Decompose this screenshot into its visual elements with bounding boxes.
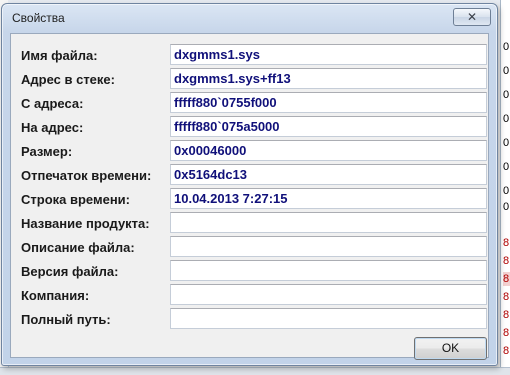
background-cell: 8 [503,309,510,321]
property-label: Отпечаток времени: [21,168,152,183]
background-cell: 0 [503,41,510,53]
dialog-title: Свойства [12,11,65,25]
ok-button[interactable]: OK [414,337,487,360]
property-label: На адрес: [21,120,84,135]
property-row-file-description: Описание файла: [11,236,488,260]
property-row-stack-address: Адрес в стеке: dxgmms1.sys+ff13 [11,68,488,92]
property-label: Имя файла: [21,48,98,63]
property-row-full-path: Полный путь: [11,308,488,332]
dialog-client-area: Имя файла: dxgmms1.sys Адрес в стеке: dx… [10,33,489,360]
property-row-file-version: Версия файла: [11,260,488,284]
background-cell: 0 [503,89,510,101]
full-path-field[interactable] [170,308,487,329]
background-cell: 0 [503,137,510,149]
property-row-file-name: Имя файла: dxgmms1.sys [11,44,488,68]
property-row-size: Размер: 0x00046000 [11,140,488,164]
property-label: Размер: [21,144,73,159]
file-name-field[interactable]: dxgmms1.sys [170,44,487,65]
property-label: Версия файла: [21,264,119,279]
company-field[interactable] [170,284,487,305]
property-row-company: Компания: [11,284,488,308]
background-cell: 0 [503,201,510,213]
property-label: Полный путь: [21,312,111,327]
property-label: Описание файла: [21,240,135,255]
background-cell: 0 [503,65,510,77]
stack-address-field[interactable]: dxgmms1.sys+ff13 [170,68,487,89]
property-row-timestamp: Отпечаток времени: 0x5164dc13 [11,164,488,188]
size-field[interactable]: 0x00046000 [170,140,487,161]
dialog-titlebar[interactable]: Свойства ✕ [2,4,497,32]
property-row-time-string: Строка времени: 10.04.2013 7:27:15 [11,188,488,212]
product-name-field[interactable] [170,212,487,233]
property-label: Адрес в стеке: [21,72,115,87]
background-cell: 8 [503,255,510,267]
close-button[interactable]: ✕ [453,8,491,26]
background-cell: 0 [503,161,510,173]
background-cell: 8 [503,345,510,357]
background-statusbar [0,367,510,375]
property-row-from-address: С адреса: fffff880`0755f000 [11,92,488,116]
property-row-to-address: На адрес: fffff880`075a5000 [11,116,488,140]
to-address-field[interactable]: fffff880`075a5000 [170,116,487,137]
background-cell: 8 [503,237,510,249]
time-string-field[interactable]: 10.04.2013 7:27:15 [170,188,487,209]
background-window-right: 0 0 0 0 0 0 0 0 8 8 8 8 8 8 8 [500,0,510,375]
background-cell: 8 [503,272,510,286]
properties-dialog: Свойства ✕ Имя файла: dxgmms1.sys Адрес … [1,3,498,366]
close-icon: ✕ [466,10,478,24]
property-row-product-name: Название продукта: [11,212,488,236]
property-label: С адреса: [21,96,84,111]
background-cell: 0 [503,113,510,125]
background-cell: 0 [503,185,510,197]
timestamp-field[interactable]: 0x5164dc13 [170,164,487,185]
property-label: Строка времени: [21,192,130,207]
file-version-field[interactable] [170,260,487,281]
background-cell: 8 [503,291,510,303]
from-address-field[interactable]: fffff880`0755f000 [170,92,487,113]
property-label: Название продукта: [21,216,150,231]
property-label: Компания: [21,288,90,303]
background-cell: 8 [503,327,510,339]
file-description-field[interactable] [170,236,487,257]
